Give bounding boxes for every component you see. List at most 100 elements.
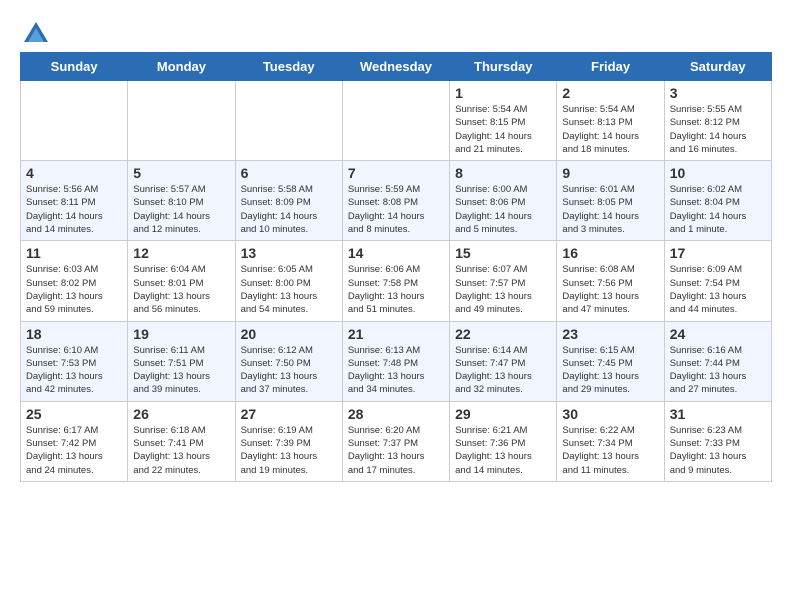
calendar-cell: 11 Sunrise: 6:03 AM Sunset: 8:02 PM Dayli… [21,241,128,321]
day-number: 22 [455,326,551,342]
day-info: Sunrise: 6:23 AM Sunset: 7:33 PM Dayligh… [670,424,766,477]
calendar-cell: 22Sunrise: 6:14 AM Sunset: 7:47 PM Dayli… [450,321,557,401]
day-number: 6 [241,165,337,181]
calendar-cell: 13 Sunrise: 6:05 AM Sunset: 8:00 PM Dayli… [235,241,342,321]
calendar-cell: 27Sunrise: 6:19 AM Sunset: 7:39 PM Dayli… [235,401,342,481]
col-header-monday: Monday [128,53,235,81]
calendar-cell [128,81,235,161]
day-info: Sunrise: 5:54 AM Sunset: 8:15 PM Dayligh… [455,103,551,156]
calendar-cell: 8 Sunrise: 6:00 AM Sunset: 8:06 PM Daylig… [450,161,557,241]
day-number: 25 [26,406,122,422]
logo [20,20,50,42]
day-number: 28 [348,406,444,422]
day-info: Sunrise: 5:58 AM Sunset: 8:09 PM Dayligh… [241,183,337,236]
calendar-cell: 29 Sunrise: 6:21 AM Sunset: 7:36 PM Dayli… [450,401,557,481]
day-number: 1 [455,85,551,101]
day-info: Sunrise: 6:07 AM Sunset: 7:57 PM Dayligh… [455,263,551,316]
day-number: 4 [26,165,122,181]
calendar-cell: 5 Sunrise: 5:57 AM Sunset: 8:10 PM Daylig… [128,161,235,241]
calendar-cell: 10Sunrise: 6:02 AM Sunset: 8:04 PM Dayli… [664,161,771,241]
calendar-cell: 15 Sunrise: 6:07 AM Sunset: 7:57 PM Dayli… [450,241,557,321]
day-info: Sunrise: 6:16 AM Sunset: 7:44 PM Dayligh… [670,344,766,397]
col-header-tuesday: Tuesday [235,53,342,81]
day-number: 16 [562,245,658,261]
day-number: 11 [26,245,122,261]
calendar-cell: 16 Sunrise: 6:08 AM Sunset: 7:56 PM Dayli… [557,241,664,321]
col-header-saturday: Saturday [664,53,771,81]
day-info: Sunrise: 5:54 AM Sunset: 8:13 PM Dayligh… [562,103,658,156]
col-header-friday: Friday [557,53,664,81]
day-info: Sunrise: 6:22 AM Sunset: 7:34 PM Dayligh… [562,424,658,477]
day-number: 17 [670,245,766,261]
calendar-cell [342,81,449,161]
day-info: Sunrise: 6:12 AM Sunset: 7:50 PM Dayligh… [241,344,337,397]
day-number: 20 [241,326,337,342]
col-header-thursday: Thursday [450,53,557,81]
calendar-cell: 6 Sunrise: 5:58 AM Sunset: 8:09 PM Daylig… [235,161,342,241]
day-number: 30 [562,406,658,422]
day-info: Sunrise: 6:18 AM Sunset: 7:41 PM Dayligh… [133,424,229,477]
day-info: Sunrise: 6:20 AM Sunset: 7:37 PM Dayligh… [348,424,444,477]
calendar-cell: 2 Sunrise: 5:54 AM Sunset: 8:13 PM Daylig… [557,81,664,161]
day-info: Sunrise: 6:08 AM Sunset: 7:56 PM Dayligh… [562,263,658,316]
col-header-sunday: Sunday [21,53,128,81]
day-info: Sunrise: 5:57 AM Sunset: 8:10 PM Dayligh… [133,183,229,236]
day-info: Sunrise: 6:05 AM Sunset: 8:00 PM Dayligh… [241,263,337,316]
calendar-cell: 9 Sunrise: 6:01 AM Sunset: 8:05 PM Daylig… [557,161,664,241]
day-number: 29 [455,406,551,422]
day-number: 24 [670,326,766,342]
day-number: 9 [562,165,658,181]
calendar-cell: 12 Sunrise: 6:04 AM Sunset: 8:01 PM Dayli… [128,241,235,321]
day-info: Sunrise: 6:15 AM Sunset: 7:45 PM Dayligh… [562,344,658,397]
day-number: 15 [455,245,551,261]
calendar-cell: 30 Sunrise: 6:22 AM Sunset: 7:34 PM Dayli… [557,401,664,481]
calendar-cell: 21 Sunrise: 6:13 AM Sunset: 7:48 PM Dayli… [342,321,449,401]
day-info: Sunrise: 6:03 AM Sunset: 8:02 PM Dayligh… [26,263,122,316]
day-number: 23 [562,326,658,342]
day-number: 8 [455,165,551,181]
day-number: 7 [348,165,444,181]
calendar-cell: 18 Sunrise: 6:10 AM Sunset: 7:53 PM Dayli… [21,321,128,401]
calendar-cell: 23 Sunrise: 6:15 AM Sunset: 7:45 PM Dayli… [557,321,664,401]
calendar-cell: 25 Sunrise: 6:17 AM Sunset: 7:42 PM Dayli… [21,401,128,481]
day-number: 5 [133,165,229,181]
day-number: 31 [670,406,766,422]
calendar-cell: 28 Sunrise: 6:20 AM Sunset: 7:37 PM Dayli… [342,401,449,481]
day-info: Sunrise: 5:59 AM Sunset: 8:08 PM Dayligh… [348,183,444,236]
calendar-cell [235,81,342,161]
day-number: 21 [348,326,444,342]
day-number: 10 [670,165,766,181]
day-info: Sunrise: 6:06 AM Sunset: 7:58 PM Dayligh… [348,263,444,316]
day-info: Sunrise: 6:19 AM Sunset: 7:39 PM Dayligh… [241,424,337,477]
day-number: 18 [26,326,122,342]
page-header [20,20,772,42]
calendar-cell: 7 Sunrise: 5:59 AM Sunset: 8:08 PM Daylig… [342,161,449,241]
calendar-cell: 17Sunrise: 6:09 AM Sunset: 7:54 PM Dayli… [664,241,771,321]
day-number: 2 [562,85,658,101]
calendar-cell: 31 Sunrise: 6:23 AM Sunset: 7:33 PM Dayli… [664,401,771,481]
day-info: Sunrise: 6:00 AM Sunset: 8:06 PM Dayligh… [455,183,551,236]
day-info: Sunrise: 6:04 AM Sunset: 8:01 PM Dayligh… [133,263,229,316]
calendar-cell: 14 Sunrise: 6:06 AM Sunset: 7:58 PM Dayli… [342,241,449,321]
day-number: 3 [670,85,766,101]
day-info: Sunrise: 6:17 AM Sunset: 7:42 PM Dayligh… [26,424,122,477]
col-header-wednesday: Wednesday [342,53,449,81]
calendar-cell: 24 Sunrise: 6:16 AM Sunset: 7:44 PM Dayli… [664,321,771,401]
calendar-cell: 4 Sunrise: 5:56 AM Sunset: 8:11 PM Daylig… [21,161,128,241]
day-info: Sunrise: 6:10 AM Sunset: 7:53 PM Dayligh… [26,344,122,397]
calendar-cell: 20 Sunrise: 6:12 AM Sunset: 7:50 PM Dayli… [235,321,342,401]
calendar-cell: 26Sunrise: 6:18 AM Sunset: 7:41 PM Dayli… [128,401,235,481]
day-number: 13 [241,245,337,261]
day-info: Sunrise: 6:11 AM Sunset: 7:51 PM Dayligh… [133,344,229,397]
day-info: Sunrise: 5:56 AM Sunset: 8:11 PM Dayligh… [26,183,122,236]
day-info: Sunrise: 5:55 AM Sunset: 8:12 PM Dayligh… [670,103,766,156]
day-number: 12 [133,245,229,261]
day-info: Sunrise: 6:01 AM Sunset: 8:05 PM Dayligh… [562,183,658,236]
day-info: Sunrise: 6:13 AM Sunset: 7:48 PM Dayligh… [348,344,444,397]
day-number: 19 [133,326,229,342]
day-info: Sunrise: 6:21 AM Sunset: 7:36 PM Dayligh… [455,424,551,477]
calendar-cell [21,81,128,161]
calendar-cell: 1 Sunrise: 5:54 AM Sunset: 8:15 PM Daylig… [450,81,557,161]
logo-icon [22,20,50,48]
day-number: 14 [348,245,444,261]
